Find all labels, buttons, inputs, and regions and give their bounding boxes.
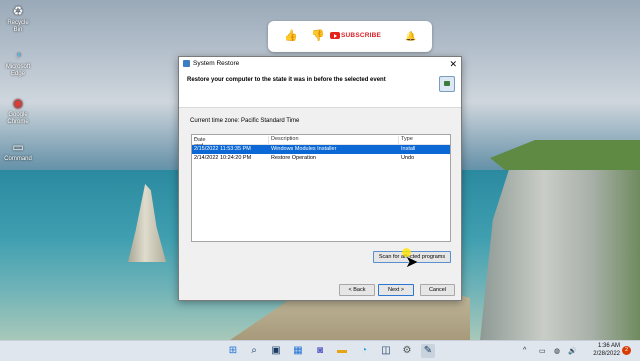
file-explorer-icon[interactable]: ▬ bbox=[335, 344, 349, 358]
task-view-icon[interactable]: ▣ bbox=[269, 344, 283, 358]
desktop-icon-label: Microsoft Edge bbox=[5, 64, 31, 77]
back-button[interactable]: < Back bbox=[339, 284, 375, 296]
command-icon: ▭ bbox=[12, 140, 24, 154]
list-item[interactable]: 2/14/2022 10:24:20 PM Restore Operation … bbox=[192, 154, 450, 163]
list-header: Date and Time ^ Description Type bbox=[192, 135, 450, 155]
tray-overflow-chevron-icon[interactable]: ^ bbox=[523, 347, 526, 354]
dislike-icon[interactable]: 👎 bbox=[311, 30, 325, 42]
restore-computer-icon bbox=[439, 76, 455, 92]
chrome-icon: ◉ bbox=[12, 96, 24, 110]
restore-point-type: Install bbox=[401, 146, 416, 152]
youtube-overlay: 👍 👎 SUBSCRIBE 🔔 bbox=[268, 21, 432, 52]
subscribe-button[interactable]: SUBSCRIBE bbox=[341, 32, 381, 39]
clock-time: 1:36 AM bbox=[597, 343, 620, 349]
timezone-label: Current time zone: Pacific Standard Time bbox=[190, 118, 300, 124]
column-header-description[interactable]: Description bbox=[271, 136, 299, 142]
column-divider[interactable] bbox=[268, 136, 269, 145]
list-item[interactable]: 2/15/2022 11:53:35 PM Windows Modules In… bbox=[192, 145, 450, 154]
store-icon[interactable]: ◫ bbox=[379, 344, 393, 358]
volume-icon[interactable]: 🔊 bbox=[568, 347, 577, 355]
desktop-icon-recycle-bin[interactable]: ♻ Recycle Bin bbox=[3, 4, 33, 34]
desktop-icon-command[interactable]: ▭ Command bbox=[3, 140, 33, 163]
battery-icon[interactable]: ▭ bbox=[539, 347, 546, 355]
widgets-icon[interactable]: ▦ bbox=[291, 344, 305, 358]
restore-point-description: Windows Modules Installer bbox=[271, 146, 337, 152]
header-text: Restore your computer to the state it wa… bbox=[187, 77, 386, 83]
system-restore-icon bbox=[183, 60, 190, 67]
start-icon[interactable]: ⊞ bbox=[226, 344, 240, 358]
restore-point-date: 2/15/2022 11:53:35 PM bbox=[194, 146, 251, 152]
taskbar-clock[interactable]: 1:36 AM 2/28/2022 bbox=[586, 342, 620, 358]
notification-badge[interactable]: 2 bbox=[622, 346, 631, 355]
sort-indicator-icon: ^ bbox=[194, 137, 197, 143]
restore-point-date: 2/14/2022 10:24:20 PM bbox=[194, 155, 252, 161]
search-icon[interactable]: ⌕ bbox=[247, 344, 261, 358]
cliff-grass-scenery bbox=[490, 140, 640, 170]
desktop-icon-label: Google Chrome bbox=[7, 112, 29, 125]
desktop-icon-edge[interactable]: ◔ Microsoft Edge bbox=[3, 48, 33, 78]
column-header-type[interactable]: Type bbox=[401, 136, 413, 142]
window-title: System Restore bbox=[193, 60, 240, 67]
desktop-icon-label: Command bbox=[4, 156, 32, 162]
desktop-icon-chrome[interactable]: ◉ Google Chrome bbox=[3, 96, 33, 126]
taskbar: ⊞ ⌕ ▣ ▦ ◙ ▬ ◔ ◫ ⚙ ✎ ^ ▭ ◍ 🔊 1:36 AM 2/28… bbox=[0, 340, 640, 361]
chat-icon[interactable]: ◙ bbox=[313, 344, 327, 358]
mouse-pointer-icon: ➤ bbox=[405, 254, 419, 271]
settings-icon[interactable]: ⚙ bbox=[400, 344, 414, 358]
restore-points-list[interactable]: Date and Time ^ Description Type 2/15/20… bbox=[191, 134, 451, 242]
column-divider[interactable] bbox=[398, 136, 399, 145]
dialog-header: Restore your computer to the state it wa… bbox=[179, 71, 461, 108]
recycle-bin-icon: ♻ bbox=[12, 4, 24, 18]
close-icon[interactable]: ✕ bbox=[449, 58, 457, 70]
restore-point-type: Undo bbox=[401, 155, 415, 161]
next-button[interactable]: Next > bbox=[378, 284, 414, 296]
edge-icon[interactable]: ◔ bbox=[357, 344, 371, 358]
restore-point-description: Restore Operation bbox=[271, 155, 316, 161]
edge-icon: ◔ bbox=[14, 48, 22, 62]
cancel-button[interactable]: Cancel bbox=[420, 284, 455, 296]
system-restore-icon[interactable]: ✎ bbox=[421, 344, 435, 358]
title-bar[interactable]: System Restore ✕ bbox=[179, 57, 461, 71]
youtube-logo-icon bbox=[330, 32, 340, 39]
bell-icon[interactable]: 🔔 bbox=[405, 30, 416, 42]
clock-date: 2/28/2022 bbox=[593, 351, 620, 357]
desktop-icon-label: Recycle Bin bbox=[7, 20, 29, 33]
system-restore-dialog: System Restore ✕ Restore your computer t… bbox=[178, 56, 462, 301]
network-icon[interactable]: ◍ bbox=[554, 347, 560, 355]
like-icon[interactable]: 👍 bbox=[284, 30, 298, 42]
